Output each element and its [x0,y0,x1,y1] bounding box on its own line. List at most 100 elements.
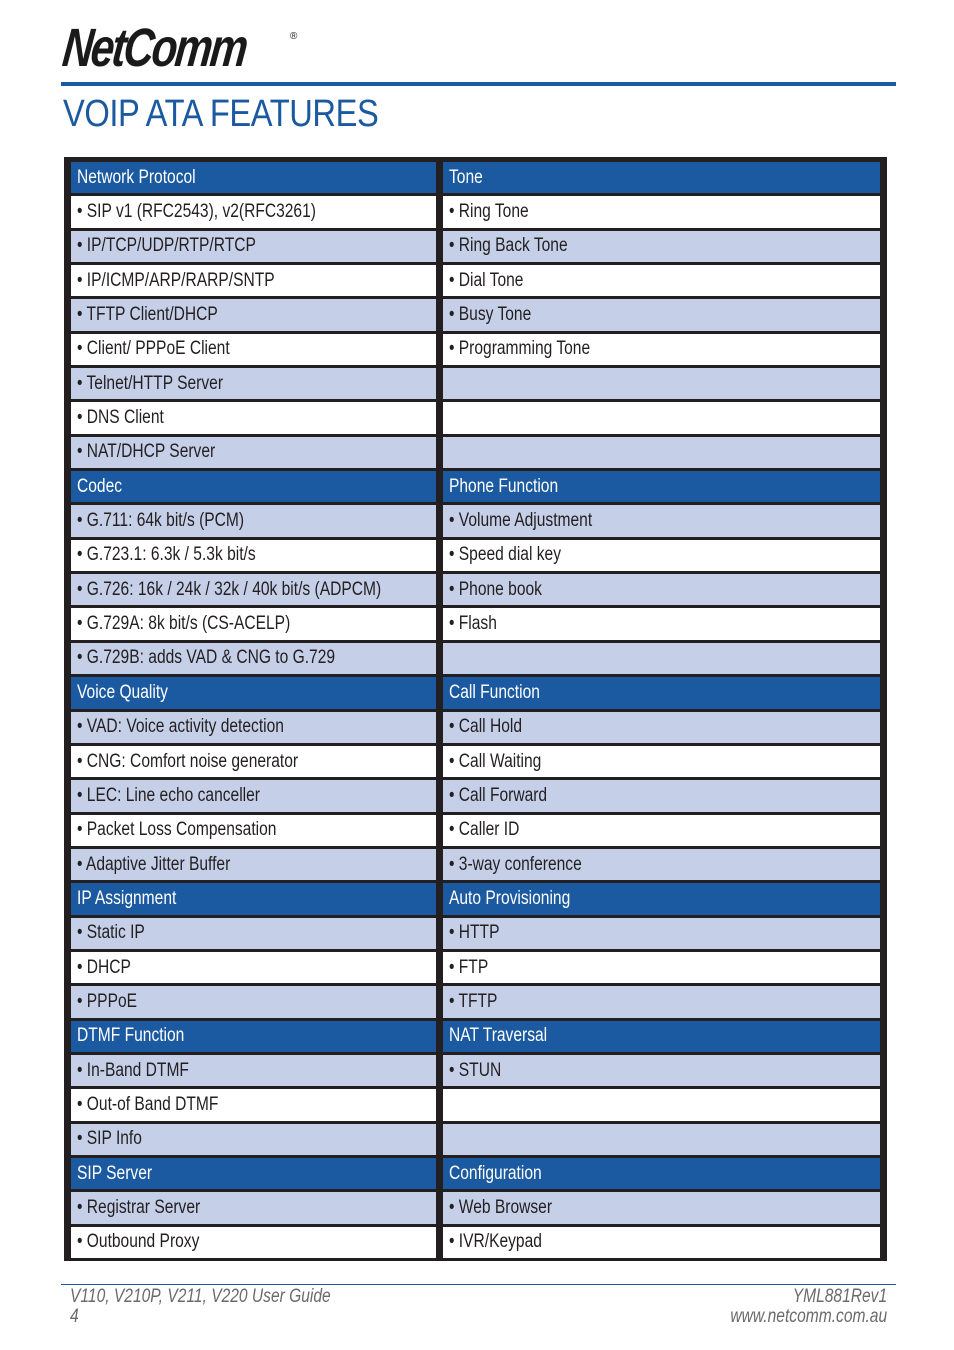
feature-text: • Phone book [449,578,542,600]
feature-cell-left: • In-Band DTMF [71,1054,436,1087]
footer-divider [61,1284,896,1285]
feature-cell-left: • G.726: 16k / 24k / 32k / 40k bit/s (AD… [71,574,436,606]
section-header-right: Auto Provisioning [443,883,880,915]
feature-text: • TFTP [449,990,498,1012]
feature-cell-left: • SIP Info [71,1123,436,1155]
section-title: Tone [449,166,483,188]
feature-cell-right: • Dial Tone [443,265,880,297]
feature-cell-right: • Phone book [443,574,880,606]
feature-cell-left: • DNS Client [71,402,436,434]
feature-text: • DHCP [77,956,131,978]
feature-cell-left: • PPPoE [71,986,436,1018]
feature-text: • Caller ID [449,819,520,841]
feature-cell-left: • Out-of Band DTMF [71,1089,436,1121]
feature-cell-right [443,436,880,469]
page-number: 4 [70,1306,79,1327]
feature-text: • Out-of Band DTMF [77,1093,219,1115]
feature-cell-left: • SIP v1 (RFC2543), v2(RFC3261) [71,196,436,228]
section-title: Codec [77,475,123,497]
feature-cell-left: • IP/TCP/UDP/RTP/RTCP [71,230,436,263]
feature-cell-right: • IVR/Keypad [443,1226,880,1258]
section-title: Call Function [449,681,540,703]
feature-cell-right: • Ring Back Tone [443,230,880,263]
feature-text: • Ring Back Tone [449,235,568,257]
feature-text: • Call Forward [449,784,548,806]
feature-text: • G.723.1: 6.3k / 5.3k bit/s [77,544,256,566]
feature-cell-right [443,642,880,675]
feature-text: • Programming Tone [449,338,591,360]
feature-cell-left: • NAT/DHCP Server [71,436,436,469]
feature-text: • Speed dial key [449,544,561,566]
registered-mark: ® [290,31,298,42]
feature-cell-right: • Volume Adjustment [443,505,880,537]
website-link[interactable]: www.netcomm.com.au [730,1307,887,1327]
section-title: Auto Provisioning [449,887,571,909]
feature-cell-left: • Client/ PPPoE Client [71,333,436,366]
section-title: Voice Quality [77,681,168,703]
feature-cell-right: • FTP [443,951,880,984]
feature-cell-left: • Telnet/HTTP Server [71,368,436,400]
doc-code: YML881Rev1 [792,1286,887,1307]
header-divider [61,82,896,86]
section-header-right: Tone [443,162,880,194]
feature-cell-left: • Outbound Proxy [71,1226,436,1258]
section-title: IP Assignment [77,887,177,909]
feature-cell-left: • TFTP Client/DHCP [71,299,436,331]
feature-cell-right: • STUN [443,1054,880,1087]
feature-text: • DNS Client [77,407,164,429]
feature-cell-left: • G.729B: adds VAD & CNG to G.729 [71,642,436,675]
feature-cell-right [443,368,880,400]
feature-text: • G.729A: 8k bit/s (CS-ACELP) [77,613,291,635]
feature-text: • CNG: Comfort noise generator [77,750,299,772]
feature-text: • Telnet/HTTP Server [77,372,224,394]
feature-text: • IVR/Keypad [449,1231,542,1253]
section-header-right: Call Function [443,677,880,709]
feature-text: • IP/ICMP/ARP/RARP/SNTP [77,269,275,291]
feature-text: • 3-way conference [449,853,582,875]
feature-cell-left: • G.711: 64k bit/s (PCM) [71,505,436,537]
footer-left: V110, V210P, V211, V220 User Guide 4 [70,1287,388,1327]
feature-cell-left: • CNG: Comfort noise generator [71,745,436,778]
section-title: Phone Function [449,475,559,497]
feature-text: • Ring Tone [449,201,529,223]
section-header-left: DTMF Function [71,1020,436,1052]
feature-cell-right: • Programming Tone [443,333,880,366]
feature-text: • PPPoE [77,990,138,1012]
logo-wordmark: NetComm [59,18,249,78]
feature-text: • Busy Tone [449,304,532,326]
feature-cell-left: • VAD: Voice activity detection [71,711,436,743]
feature-text: • Call Hold [449,716,523,738]
section-title: SIP Server [77,1162,153,1184]
feature-cell-right [443,1089,880,1121]
feature-cell-left: • LEC: Line echo canceller [71,780,436,812]
section-title: NAT Traversal [449,1025,548,1047]
feature-cell-left: • DHCP [71,951,436,984]
feature-cell-left: • Packet Loss Compensation [71,814,436,846]
feature-text: • IP/TCP/UDP/RTP/RTCP [77,235,256,257]
feature-text: • STUN [449,1059,502,1081]
netcomm-logo: NetComm ® [60,18,300,78]
section-header-right: NAT Traversal [443,1020,880,1052]
section-title: Network Protocol [77,166,196,188]
feature-text: • Call Waiting [449,750,542,772]
feature-cell-left: • G.723.1: 6.3k / 5.3k bit/s [71,539,436,572]
feature-text: • Registrar Server [77,1196,201,1218]
feature-cell-left: • Static IP [71,917,436,949]
section-header-right: Phone Function [443,471,880,503]
feature-cell-right: • Call Waiting [443,745,880,778]
feature-text: • Packet Loss Compensation [77,819,277,841]
feature-cell-right: • Busy Tone [443,299,880,331]
feature-text: • G.726: 16k / 24k / 32k / 40k bit/s (AD… [77,578,382,600]
feature-text: • Outbound Proxy [77,1231,200,1253]
feature-cell-right [443,1123,880,1155]
section-header-left: Network Protocol [71,162,436,194]
feature-text: • LEC: Line echo canceller [77,784,261,806]
feature-cell-left: • G.729A: 8k bit/s (CS-ACELP) [71,608,436,640]
section-header-right: Configuration [443,1157,880,1190]
feature-text: • Static IP [77,922,145,944]
guide-title: V110, V210P, V211, V220 User Guide [70,1286,331,1307]
feature-text: • FTP [449,956,489,978]
feature-text: • Dial Tone [449,269,524,291]
feature-text: • TFTP Client/DHCP [77,304,218,326]
feature-cell-left: • IP/ICMP/ARP/RARP/SNTP [71,265,436,297]
